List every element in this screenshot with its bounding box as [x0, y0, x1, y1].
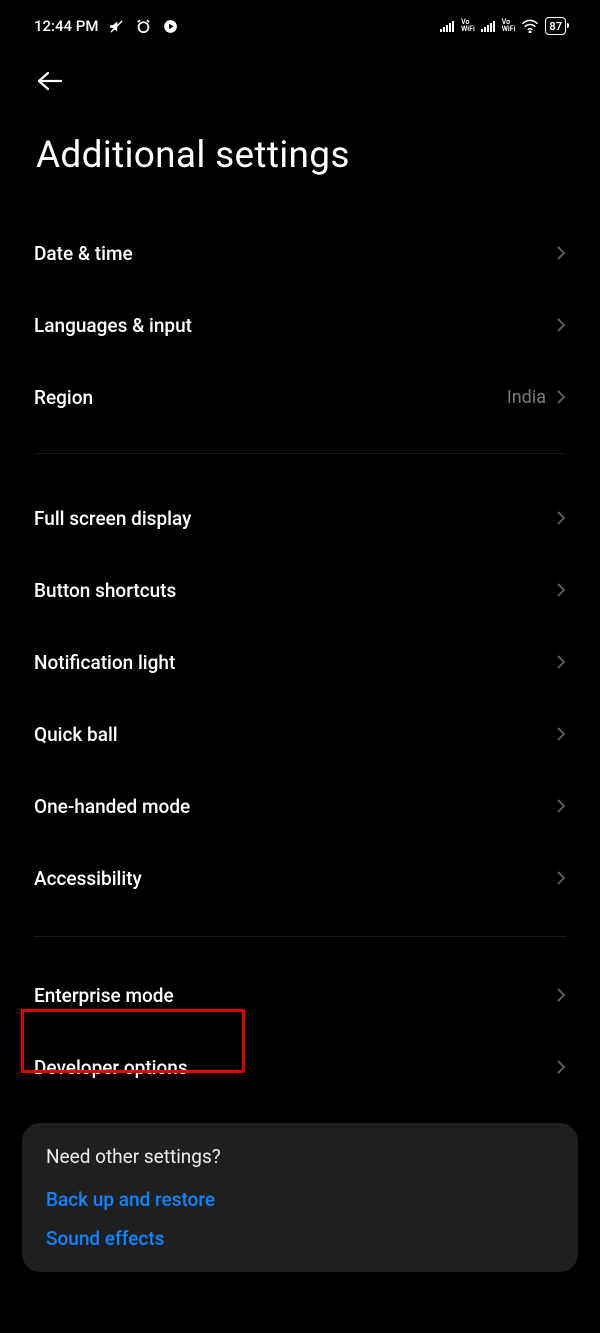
signal-icon-1	[440, 20, 455, 32]
status-bar: 12:44 PM VoWi	[0, 0, 600, 48]
mute-icon	[108, 18, 125, 35]
row-label: Developer options	[34, 1056, 188, 1079]
chevron-right-icon	[556, 389, 566, 405]
chevron-right-icon	[556, 582, 566, 598]
chevron-right-icon	[556, 726, 566, 742]
row-label: Accessibility	[34, 867, 142, 890]
row-languages-input[interactable]: Languages & input	[34, 289, 566, 361]
link-back-up-restore[interactable]: Back up and restore	[46, 1188, 554, 1211]
row-label: Notification light	[34, 651, 175, 674]
link-sound-effects[interactable]: Sound effects	[46, 1227, 554, 1250]
other-settings-card: Need other settings? Back up and restore…	[22, 1123, 578, 1272]
row-accessibility[interactable]: Accessibility	[34, 842, 566, 914]
row-label: Languages & input	[34, 314, 192, 337]
row-date-time[interactable]: Date & time	[34, 217, 566, 289]
chevron-right-icon	[556, 317, 566, 333]
wifi-icon	[521, 19, 539, 33]
row-label: Quick ball	[34, 723, 118, 746]
back-row	[0, 48, 600, 106]
row-label: Date & time	[34, 242, 133, 265]
chevron-right-icon	[556, 870, 566, 886]
chevron-right-icon	[556, 510, 566, 526]
back-button[interactable]	[36, 70, 64, 92]
row-quick-ball[interactable]: Quick ball	[34, 698, 566, 770]
battery-icon: 87	[545, 17, 566, 35]
row-label: Region	[34, 386, 93, 409]
chevron-right-icon	[556, 1059, 566, 1075]
battery-level: 87	[549, 20, 562, 33]
chevron-right-icon	[556, 987, 566, 1003]
divider	[34, 936, 566, 937]
row-one-handed-mode[interactable]: One-handed mode	[34, 770, 566, 842]
signal-icon-2	[481, 20, 496, 32]
chevron-right-icon	[556, 798, 566, 814]
vowifi-label-1: VoWiFi	[461, 19, 475, 33]
chevron-right-icon	[556, 245, 566, 261]
vowifi-label-2: VoWiFi	[502, 19, 516, 33]
row-label: Full screen display	[34, 507, 191, 530]
row-label: One-handed mode	[34, 795, 190, 818]
row-button-shortcuts[interactable]: Button shortcuts	[34, 554, 566, 626]
row-full-screen-display[interactable]: Full screen display	[34, 482, 566, 554]
row-value: India	[507, 387, 546, 408]
status-right: VoWiFi VoWiFi 87	[440, 17, 566, 35]
row-label: Button shortcuts	[34, 579, 176, 602]
row-developer-options[interactable]: Developer options	[34, 1031, 566, 1103]
card-title: Need other settings?	[46, 1145, 554, 1168]
page-title: Additional settings	[0, 106, 600, 217]
play-icon	[162, 18, 179, 35]
row-enterprise-mode[interactable]: Enterprise mode	[34, 959, 566, 1031]
divider	[34, 453, 566, 454]
chevron-right-icon	[556, 654, 566, 670]
status-time: 12:44 PM	[34, 17, 98, 35]
row-label: Enterprise mode	[34, 984, 174, 1007]
settings-list: Date & time Languages & input Region Ind…	[0, 217, 600, 1103]
row-region[interactable]: Region India	[34, 361, 566, 433]
row-notification-light[interactable]: Notification light	[34, 626, 566, 698]
alarm-icon	[135, 18, 152, 35]
status-left: 12:44 PM	[34, 17, 179, 35]
